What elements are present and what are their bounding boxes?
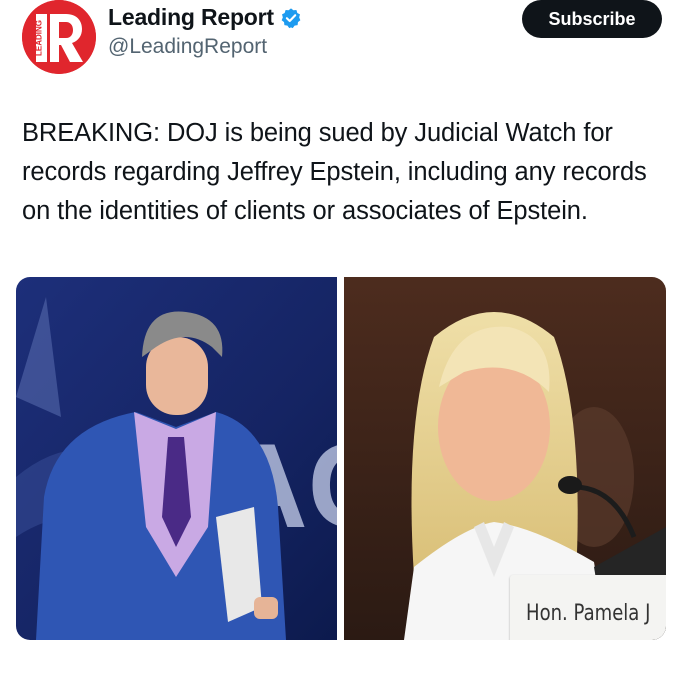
tweet-text: BREAKING: DOJ is being sued by Judicial … — [22, 119, 647, 225]
verified-badge-icon — [281, 7, 301, 28]
subscribe-button[interactable]: Subscribe — [522, 0, 662, 38]
tweet-header: LEADING Leading Report @LeadingReport Su… — [20, 0, 662, 80]
photo-man-illustration: AC — [16, 277, 337, 640]
author-handle[interactable]: @LeadingReport — [108, 35, 302, 59]
leading-report-logo-icon: LEADING — [22, 0, 96, 74]
author-avatar[interactable]: LEADING — [22, 0, 96, 74]
nameplate-text: Hon. Pamela J — [526, 601, 651, 626]
tweet-media[interactable]: AC — [16, 277, 666, 640]
author-names: Leading Report @LeadingReport — [108, 4, 302, 59]
photo-woman-at-hearing[interactable]: Hon. Pamela J — [344, 277, 666, 640]
nameplate: Hon. Pamela J — [510, 575, 666, 640]
author-display-name[interactable]: Leading Report — [108, 4, 274, 31]
svg-text:LEADING: LEADING — [35, 20, 44, 56]
photo-man-speaking[interactable]: AC — [16, 277, 337, 640]
